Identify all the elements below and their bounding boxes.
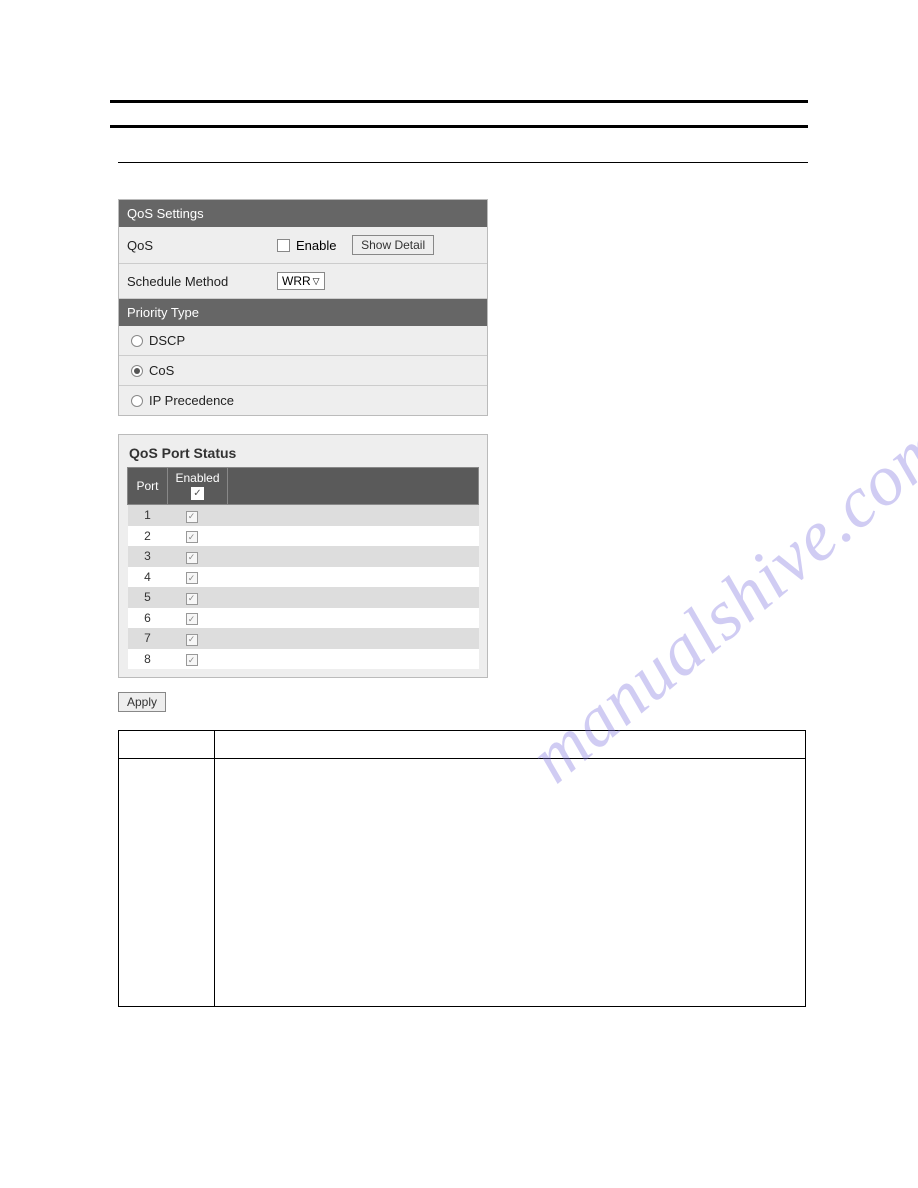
divider-top-1 xyxy=(110,100,808,103)
qos-label: QoS xyxy=(127,238,277,253)
port-row-spacer xyxy=(228,649,479,670)
port-row-spacer xyxy=(228,587,479,608)
qos-settings-header: QoS Settings xyxy=(119,200,487,227)
port-number: 6 xyxy=(128,608,168,629)
table-row: 8✓ xyxy=(128,649,479,670)
info-table xyxy=(118,730,806,1007)
schedule-method-label: Schedule Method xyxy=(127,274,277,289)
table-row: 2✓ xyxy=(128,526,479,547)
port-status-table: Port Enabled ✓ 1✓2✓3✓4✓5✓6✓7✓8✓ xyxy=(127,467,479,669)
qos-settings-panel: QoS Settings QoS Enable Show Detail Sche… xyxy=(118,199,488,416)
table-row: 3✓ xyxy=(128,546,479,567)
priority-dscp-row[interactable]: DSCP xyxy=(119,326,487,356)
info-header-1 xyxy=(119,731,215,759)
port-number: 2 xyxy=(128,526,168,547)
port-enabled-checkbox[interactable]: ✓ xyxy=(186,552,198,564)
priority-type-header: Priority Type xyxy=(119,299,487,326)
port-enabled-checkbox[interactable]: ✓ xyxy=(186,634,198,646)
port-row-spacer xyxy=(228,628,479,649)
port-enabled-checkbox[interactable]: ✓ xyxy=(186,572,198,584)
show-detail-button[interactable]: Show Detail xyxy=(352,235,434,255)
port-enabled-checkbox[interactable]: ✓ xyxy=(186,654,198,666)
table-row: 4✓ xyxy=(128,567,479,588)
col-header-spacer xyxy=(228,468,479,505)
qos-enable-checkbox[interactable] xyxy=(277,239,290,252)
ip-precedence-label: IP Precedence xyxy=(149,393,234,408)
priority-cos-row[interactable]: CoS xyxy=(119,356,487,386)
info-header-2 xyxy=(215,731,806,759)
table-row: 1✓ xyxy=(128,505,479,526)
radio-cos[interactable] xyxy=(131,365,143,377)
port-enabled-cell: ✓ xyxy=(168,526,228,547)
port-enabled-cell: ✓ xyxy=(168,546,228,567)
radio-ip-precedence[interactable] xyxy=(131,395,143,407)
info-cell-2 xyxy=(215,759,806,1007)
dscp-label: DSCP xyxy=(149,333,185,348)
port-enabled-checkbox[interactable]: ✓ xyxy=(186,593,198,605)
cos-label: CoS xyxy=(149,363,174,378)
port-number: 4 xyxy=(128,567,168,588)
priority-ip-row[interactable]: IP Precedence xyxy=(119,386,487,415)
table-row: 5✓ xyxy=(128,587,479,608)
port-number: 1 xyxy=(128,505,168,526)
port-enabled-cell: ✓ xyxy=(168,567,228,588)
info-cell-1 xyxy=(119,759,215,1007)
apply-button[interactable]: Apply xyxy=(118,692,166,712)
port-enabled-cell: ✓ xyxy=(168,505,228,526)
port-enabled-cell: ✓ xyxy=(168,608,228,629)
port-enabled-cell: ✓ xyxy=(168,628,228,649)
port-row-spacer xyxy=(228,608,479,629)
radio-dscp[interactable] xyxy=(131,335,143,347)
port-enabled-checkbox[interactable]: ✓ xyxy=(186,613,198,625)
port-row-spacer xyxy=(228,505,479,526)
schedule-method-select[interactable]: WRR ▽ xyxy=(277,272,325,290)
port-enabled-checkbox[interactable]: ✓ xyxy=(186,511,198,523)
port-enabled-cell: ✓ xyxy=(168,587,228,608)
port-enabled-checkbox[interactable]: ✓ xyxy=(186,531,198,543)
enable-label: Enable xyxy=(296,238,336,253)
col-header-enabled: Enabled ✓ xyxy=(168,468,228,505)
col-header-port: Port xyxy=(128,468,168,505)
port-number: 5 xyxy=(128,587,168,608)
port-number: 8 xyxy=(128,649,168,670)
divider-top-3 xyxy=(118,162,808,163)
qos-enable-row: QoS Enable Show Detail xyxy=(119,227,487,264)
enabled-header-label: Enabled xyxy=(175,471,219,485)
port-row-spacer xyxy=(228,567,479,588)
schedule-method-value: WRR xyxy=(282,274,311,288)
divider-top-2 xyxy=(110,125,808,128)
table-row: 6✓ xyxy=(128,608,479,629)
port-number: 7 xyxy=(128,628,168,649)
table-row: 7✓ xyxy=(128,628,479,649)
port-number: 3 xyxy=(128,546,168,567)
qos-port-status-panel: QoS Port Status Port Enabled ✓ 1✓2✓3✓4✓5… xyxy=(118,434,488,678)
qos-port-status-title: QoS Port Status xyxy=(127,443,479,467)
port-enabled-cell: ✓ xyxy=(168,649,228,670)
port-row-spacer xyxy=(228,546,479,567)
port-row-spacer xyxy=(228,526,479,547)
schedule-method-row: Schedule Method WRR ▽ xyxy=(119,264,487,299)
enabled-header-checkbox[interactable]: ✓ xyxy=(191,487,204,500)
chevron-down-icon: ▽ xyxy=(313,276,320,287)
